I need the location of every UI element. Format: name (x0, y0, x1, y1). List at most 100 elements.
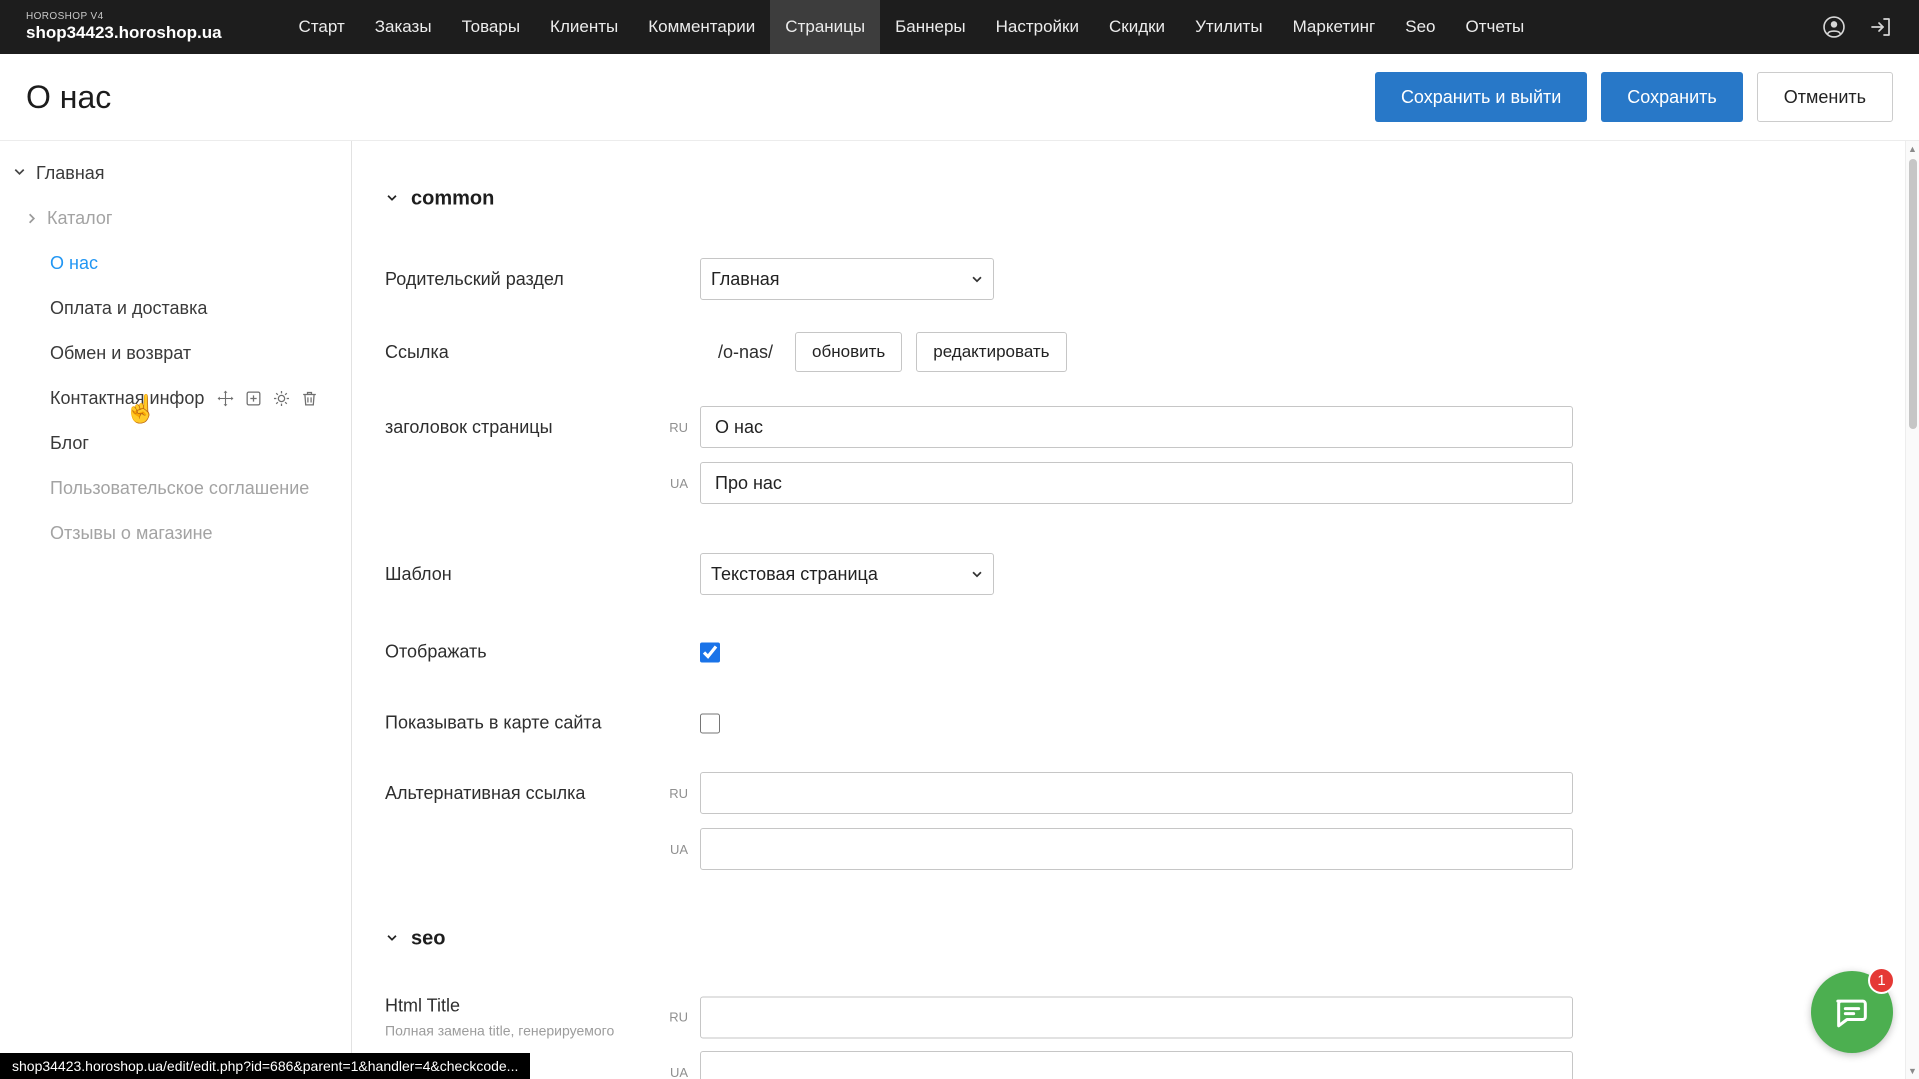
save-and-exit-button[interactable]: Сохранить и выйти (1375, 72, 1587, 122)
header-buttons: Сохранить и выйти Сохранить Отменить (1375, 72, 1893, 122)
tree-item-label: Блог (50, 433, 89, 454)
tree-item-user-agreement[interactable]: Пользовательское соглашение (0, 466, 351, 511)
sitemap-row: Показывать в карте сайта (385, 713, 1859, 734)
account-icon[interactable] (1821, 14, 1847, 40)
tree-item-catalog[interactable]: Каталог (0, 196, 351, 241)
display-row: Отображать (385, 642, 1859, 663)
tree-item-label: Обмен и возврат (50, 343, 191, 364)
sitemap-label: Показывать в карте сайта (385, 713, 700, 734)
menu-marketing[interactable]: Маркетинг (1278, 0, 1391, 54)
pages-tree-sidebar: Главная Каталог О нас Оплата и доставка … (0, 141, 352, 1079)
menu-seo[interactable]: Seo (1390, 0, 1450, 54)
delete-icon[interactable] (300, 389, 319, 408)
page-edit-form: common Родительский раздел Главная Ссылк… (352, 141, 1919, 1079)
menu-discounts[interactable]: Скидки (1094, 0, 1180, 54)
section-title: common (411, 188, 494, 211)
vertical-scrollbar[interactable]: ▲ ▼ (1905, 141, 1919, 1079)
chat-bubble-icon (1832, 992, 1872, 1032)
alt-link-ru-row: Альтернативная ссылка RU (385, 772, 1859, 814)
top-navbar: HOROSHOP V4 shop34423.horoshop.ua Старт … (0, 0, 1919, 54)
link-update-button[interactable]: обновить (795, 332, 902, 372)
tree-item-store-reviews[interactable]: Отзывы о магазине (0, 511, 351, 556)
lang-ua-tag: UA (652, 842, 688, 857)
scroll-up-arrow[interactable]: ▲ (1908, 141, 1917, 157)
chevron-down-icon (12, 163, 27, 184)
parent-section-row: Родительский раздел Главная (385, 258, 1859, 300)
menu-utilities[interactable]: Утилиты (1180, 0, 1278, 54)
lang-ua-tag: UA (652, 1065, 688, 1079)
link-path: /o-nas/ (718, 342, 773, 363)
display-label: Отображать (385, 642, 700, 663)
lang-ru-tag: RU (652, 1010, 688, 1025)
html-title-ua-input[interactable] (700, 1051, 1573, 1079)
chevron-down-icon (385, 188, 399, 211)
save-button[interactable]: Сохранить (1601, 72, 1742, 122)
template-label: Шаблон (385, 564, 700, 585)
add-page-icon[interactable] (244, 389, 263, 408)
brand-domain-label: shop34423.horoshop.ua (26, 23, 222, 43)
settings-icon[interactable] (272, 389, 291, 408)
html-title-ua-row: UA (385, 1051, 1859, 1079)
section-seo[interactable]: seo (385, 928, 445, 951)
html-title-hint: Полная замена title, генерируемого (385, 1023, 652, 1039)
page-header: О нас Сохранить и выйти Сохранить Отмени… (0, 54, 1919, 140)
alt-link-label: Альтернативная ссылка (385, 783, 652, 804)
body: Главная Каталог О нас Оплата и доставка … (0, 140, 1919, 1079)
tree-item-label: Отзывы о магазине (50, 523, 213, 544)
template-row: Шаблон Текстовая страница (385, 553, 1859, 595)
sitemap-checkbox[interactable] (700, 713, 720, 733)
alt-link-ua-row: UA (385, 828, 1859, 870)
tree-item-label: Пользовательское соглашение (50, 478, 309, 499)
brand[interactable]: HOROSHOP V4 shop34423.horoshop.ua (0, 11, 248, 43)
menu-start[interactable]: Старт (284, 0, 360, 54)
brand-version-label: HOROSHOP V4 (26, 11, 222, 22)
logout-icon[interactable] (1869, 15, 1893, 39)
chevron-down-icon (385, 928, 399, 951)
tree-item-exchange-return[interactable]: Обмен и возврат (0, 331, 351, 376)
page-title-ua-row: UA (385, 462, 1859, 504)
tree-item-blog[interactable]: Блог (0, 421, 351, 466)
lang-ru-tag: RU (652, 420, 688, 435)
tree-item-contact-info[interactable]: Контактная инфор (0, 376, 351, 421)
chevron-right-icon (24, 211, 39, 226)
menu-comments[interactable]: Комментарии (633, 0, 770, 54)
page-title-ru-input[interactable] (700, 406, 1573, 448)
main-menu: Старт Заказы Товары Клиенты Комментарии … (284, 0, 1540, 54)
scroll-down-arrow[interactable]: ▼ (1908, 1063, 1917, 1079)
move-icon[interactable] (216, 389, 235, 408)
lang-ru-tag: RU (652, 786, 688, 801)
html-title-ru-input[interactable] (700, 996, 1573, 1038)
mouse-cursor-icon: ☝ (124, 393, 158, 425)
chat-unread-badge: 1 (1868, 967, 1895, 994)
page-title-label: заголовок страницы (385, 417, 652, 438)
tree-item-label: О нас (50, 253, 98, 274)
tree-item-home[interactable]: Главная (0, 151, 351, 196)
menu-pages[interactable]: Страницы (770, 0, 880, 54)
topbar-right (1821, 14, 1919, 40)
menu-products[interactable]: Товары (447, 0, 535, 54)
alt-link-ru-input[interactable] (700, 772, 1573, 814)
page-title-ru-row: заголовок страницы RU (385, 406, 1859, 448)
section-title: seo (411, 928, 445, 951)
chat-launcher-button[interactable]: 1 (1811, 971, 1893, 1053)
tree-item-payment-delivery[interactable]: Оплата и доставка (0, 286, 351, 331)
link-url-statusbar: shop34423.horoshop.ua/edit/edit.php?id=6… (0, 1053, 530, 1079)
menu-reports[interactable]: Отчеты (1450, 0, 1539, 54)
tree-item-actions (216, 389, 319, 408)
cancel-button[interactable]: Отменить (1757, 72, 1893, 122)
template-select[interactable]: Текстовая страница (700, 553, 994, 595)
scrollbar-thumb[interactable] (1909, 159, 1917, 429)
link-label: Ссылка (385, 342, 700, 363)
tree-item-about[interactable]: О нас (0, 241, 351, 286)
display-checkbox[interactable] (700, 642, 720, 662)
parent-section-select[interactable]: Главная (700, 258, 994, 300)
menu-settings[interactable]: Настройки (981, 0, 1094, 54)
menu-clients[interactable]: Клиенты (535, 0, 633, 54)
link-edit-button[interactable]: редактировать (916, 332, 1066, 372)
page-title-ua-input[interactable] (700, 462, 1573, 504)
menu-banners[interactable]: Баннеры (880, 0, 981, 54)
section-common[interactable]: common (385, 188, 494, 211)
menu-orders[interactable]: Заказы (360, 0, 447, 54)
html-title-label: Html Title (385, 996, 652, 1017)
alt-link-ua-input[interactable] (700, 828, 1573, 870)
